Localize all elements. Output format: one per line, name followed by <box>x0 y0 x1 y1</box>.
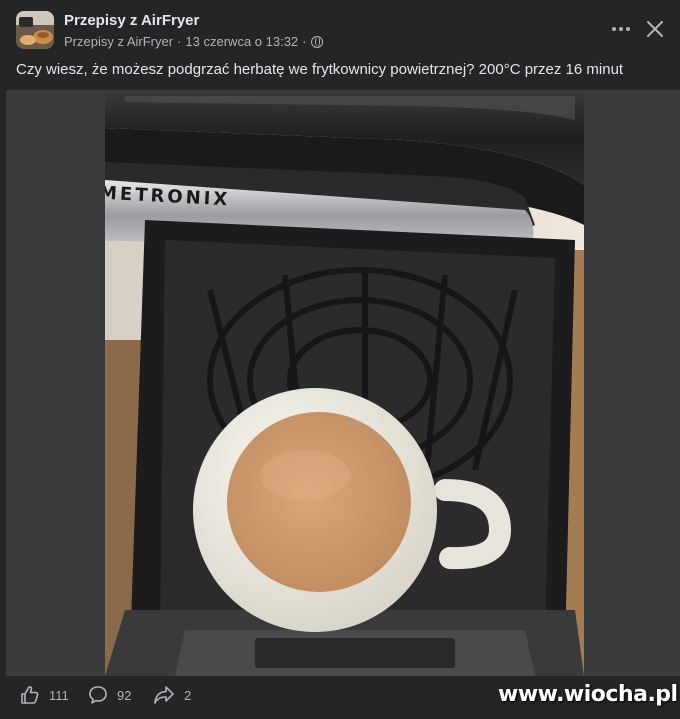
close-button[interactable] <box>640 14 670 44</box>
page-avatar[interactable] <box>16 11 54 49</box>
comment-bubble-icon <box>89 686 107 704</box>
avatar-image <box>16 11 54 49</box>
site-watermark: www.wiocha.pl <box>498 682 678 707</box>
close-icon <box>647 21 663 37</box>
post-header: Przepisy z AirFryer Przepisy z AirFryer … <box>0 0 680 56</box>
meta-separator-2: · <box>302 34 307 49</box>
share-button[interactable]: 2 <box>153 685 191 705</box>
page-name-link[interactable]: Przepisy z AirFryer <box>64 12 199 29</box>
meta-separator: · <box>177 34 182 49</box>
meta-author[interactable]: Przepisy z AirFryer <box>64 34 173 49</box>
post-photo-container: METRONIX <box>6 90 680 676</box>
more-options-button[interactable] <box>606 14 636 44</box>
post-photo[interactable]: METRONIX <box>105 90 584 676</box>
like-count: 111 <box>49 687 69 703</box>
like-button[interactable]: 111 <box>20 685 69 705</box>
share-arrow-icon <box>154 686 174 704</box>
more-horizontal-icon <box>612 27 630 31</box>
post-timestamp[interactable]: 13 czerwca o 13:32 <box>185 34 298 49</box>
post-meta: Przepisy z AirFryer · 13 czerwca o 13:32… <box>64 34 323 49</box>
comment-count: 92 <box>117 687 132 703</box>
globe-icon <box>310 35 323 48</box>
share-count: 2 <box>184 687 192 703</box>
comment-button[interactable]: 92 <box>88 685 131 705</box>
thumbs-up-icon <box>21 686 39 704</box>
airfryer-tea-photo <box>105 90 584 676</box>
post-caption: Czy wiesz, że możesz podgrzać herbatę we… <box>16 61 624 78</box>
